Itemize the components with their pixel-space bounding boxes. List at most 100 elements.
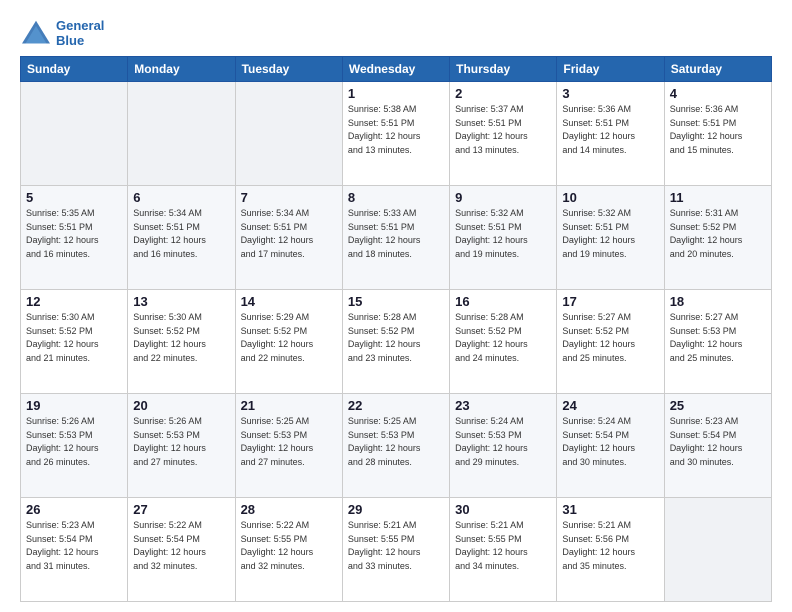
day-info: Sunrise: 5:21 AMSunset: 5:55 PMDaylight:… bbox=[455, 519, 551, 573]
day-info: Sunrise: 5:22 AMSunset: 5:55 PMDaylight:… bbox=[241, 519, 337, 573]
day-info-line: Daylight: 12 hours bbox=[670, 338, 766, 352]
day-number: 25 bbox=[670, 398, 766, 413]
day-number: 20 bbox=[133, 398, 229, 413]
day-info: Sunrise: 5:27 AMSunset: 5:53 PMDaylight:… bbox=[670, 311, 766, 365]
day-info-line: and 32 minutes. bbox=[133, 560, 229, 574]
day-info-line: and 21 minutes. bbox=[26, 352, 122, 366]
day-info-line: Sunrise: 5:29 AM bbox=[241, 311, 337, 325]
calendar-day-2: 2Sunrise: 5:37 AMSunset: 5:51 PMDaylight… bbox=[450, 82, 557, 186]
calendar-week-row: 26Sunrise: 5:23 AMSunset: 5:54 PMDayligh… bbox=[21, 498, 772, 602]
day-info: Sunrise: 5:29 AMSunset: 5:52 PMDaylight:… bbox=[241, 311, 337, 365]
day-info-line: Sunrise: 5:22 AM bbox=[241, 519, 337, 533]
calendar-day-7: 7Sunrise: 5:34 AMSunset: 5:51 PMDaylight… bbox=[235, 186, 342, 290]
day-info-line: Sunset: 5:52 PM bbox=[455, 325, 551, 339]
day-info-line: and 23 minutes. bbox=[348, 352, 444, 366]
day-info-line: Sunrise: 5:34 AM bbox=[133, 207, 229, 221]
day-info-line: and 35 minutes. bbox=[562, 560, 658, 574]
day-info-line: Sunset: 5:53 PM bbox=[26, 429, 122, 443]
day-info-line: Sunset: 5:53 PM bbox=[348, 429, 444, 443]
calendar-day-30: 30Sunrise: 5:21 AMSunset: 5:55 PMDayligh… bbox=[450, 498, 557, 602]
logo-blue: Blue bbox=[56, 33, 104, 48]
day-info-line: Sunrise: 5:31 AM bbox=[670, 207, 766, 221]
weekday-header-saturday: Saturday bbox=[664, 57, 771, 82]
logo-icon bbox=[20, 19, 52, 47]
calendar-day-29: 29Sunrise: 5:21 AMSunset: 5:55 PMDayligh… bbox=[342, 498, 449, 602]
day-info-line: Sunset: 5:51 PM bbox=[348, 221, 444, 235]
day-number: 12 bbox=[26, 294, 122, 309]
weekday-header-monday: Monday bbox=[128, 57, 235, 82]
day-number: 15 bbox=[348, 294, 444, 309]
day-info-line: Sunrise: 5:33 AM bbox=[348, 207, 444, 221]
day-info-line: and 22 minutes. bbox=[133, 352, 229, 366]
day-info: Sunrise: 5:26 AMSunset: 5:53 PMDaylight:… bbox=[26, 415, 122, 469]
day-info-line: Daylight: 12 hours bbox=[241, 546, 337, 560]
day-info-line: Daylight: 12 hours bbox=[455, 546, 551, 560]
day-number: 7 bbox=[241, 190, 337, 205]
calendar-day-26: 26Sunrise: 5:23 AMSunset: 5:54 PMDayligh… bbox=[21, 498, 128, 602]
day-info: Sunrise: 5:30 AMSunset: 5:52 PMDaylight:… bbox=[133, 311, 229, 365]
day-info: Sunrise: 5:36 AMSunset: 5:51 PMDaylight:… bbox=[670, 103, 766, 157]
day-info-line: Sunrise: 5:32 AM bbox=[455, 207, 551, 221]
day-info-line: Sunset: 5:53 PM bbox=[241, 429, 337, 443]
calendar-day-empty bbox=[664, 498, 771, 602]
day-info-line: Sunrise: 5:32 AM bbox=[562, 207, 658, 221]
day-info-line: Daylight: 12 hours bbox=[348, 338, 444, 352]
day-info-line: and 18 minutes. bbox=[348, 248, 444, 262]
day-info-line: Daylight: 12 hours bbox=[562, 546, 658, 560]
calendar-day-15: 15 Sunrise: 5:28 AMSunset: 5:52 PMDayligh… bbox=[342, 290, 449, 394]
day-info-line: and 20 minutes. bbox=[670, 248, 766, 262]
day-info: Sunrise: 5:38 AMSunset: 5:51 PMDaylight:… bbox=[348, 103, 444, 157]
day-info-line: Sunrise: 5:21 AM bbox=[562, 519, 658, 533]
calendar-day-9: 9Sunrise: 5:32 AMSunset: 5:51 PMDaylight… bbox=[450, 186, 557, 290]
day-info: Sunrise: 5:27 AMSunset: 5:52 PMDaylight:… bbox=[562, 311, 658, 365]
day-info-line: Sunset: 5:53 PM bbox=[455, 429, 551, 443]
day-info-line: and 27 minutes. bbox=[133, 456, 229, 470]
day-info-line: Sunset: 5:54 PM bbox=[562, 429, 658, 443]
day-info-line: Daylight: 12 hours bbox=[241, 338, 337, 352]
day-info-line: Sunset: 5:52 PM bbox=[670, 221, 766, 235]
day-info-line: Sunset: 5:51 PM bbox=[455, 117, 551, 131]
calendar-day-25: 25Sunrise: 5:23 AMSunset: 5:54 PMDayligh… bbox=[664, 394, 771, 498]
calendar-day-1: 1Sunrise: 5:38 AMSunset: 5:51 PMDaylight… bbox=[342, 82, 449, 186]
day-number: 3 bbox=[562, 86, 658, 101]
day-info: Sunrise: 5:28 AMSunset: 5:52 PMDaylight:… bbox=[348, 311, 444, 365]
calendar-week-row: 5Sunrise: 5:35 AMSunset: 5:51 PMDaylight… bbox=[21, 186, 772, 290]
day-info: Sunrise: 5:30 AMSunset: 5:52 PMDaylight:… bbox=[26, 311, 122, 365]
day-info-line: Sunrise: 5:36 AM bbox=[670, 103, 766, 117]
day-info-line: Sunrise: 5:27 AM bbox=[562, 311, 658, 325]
day-info-line: Sunrise: 5:23 AM bbox=[670, 415, 766, 429]
day-info-line: and 15 minutes. bbox=[670, 144, 766, 158]
day-info-line: Daylight: 12 hours bbox=[241, 442, 337, 456]
day-number: 17 bbox=[562, 294, 658, 309]
day-info-line: Daylight: 12 hours bbox=[670, 442, 766, 456]
day-info-line: Daylight: 12 hours bbox=[455, 130, 551, 144]
day-number: 29 bbox=[348, 502, 444, 517]
logo-general: General bbox=[56, 18, 104, 33]
calendar-day-28: 28Sunrise: 5:22 AMSunset: 5:55 PMDayligh… bbox=[235, 498, 342, 602]
logo: General Blue bbox=[20, 18, 104, 48]
day-info: Sunrise: 5:32 AMSunset: 5:51 PMDaylight:… bbox=[562, 207, 658, 261]
day-info-line: Sunset: 5:52 PM bbox=[241, 325, 337, 339]
day-info-line: and 33 minutes. bbox=[348, 560, 444, 574]
day-info-line: and 16 minutes. bbox=[26, 248, 122, 262]
day-info-line: and 17 minutes. bbox=[241, 248, 337, 262]
day-info-line: Daylight: 12 hours bbox=[133, 234, 229, 248]
day-info-line: Sunset: 5:55 PM bbox=[455, 533, 551, 547]
day-info-line: Sunset: 5:53 PM bbox=[670, 325, 766, 339]
day-number: 9 bbox=[455, 190, 551, 205]
day-info-line: Daylight: 12 hours bbox=[455, 338, 551, 352]
day-info-line: Sunrise: 5:22 AM bbox=[133, 519, 229, 533]
logo-text: General Blue bbox=[56, 18, 104, 48]
day-info-line: Daylight: 12 hours bbox=[562, 130, 658, 144]
day-info-line: and 19 minutes. bbox=[455, 248, 551, 262]
day-info: Sunrise: 5:31 AMSunset: 5:52 PMDaylight:… bbox=[670, 207, 766, 261]
day-info-line: Sunset: 5:51 PM bbox=[562, 117, 658, 131]
day-info-line: Sunset: 5:52 PM bbox=[348, 325, 444, 339]
calendar-day-empty bbox=[235, 82, 342, 186]
day-info: Sunrise: 5:25 AMSunset: 5:53 PMDaylight:… bbox=[348, 415, 444, 469]
day-info-line: Daylight: 12 hours bbox=[562, 234, 658, 248]
calendar-day-3: 3Sunrise: 5:36 AMSunset: 5:51 PMDaylight… bbox=[557, 82, 664, 186]
calendar-day-17: 17 Sunrise: 5:27 AMSunset: 5:52 PMDayligh… bbox=[557, 290, 664, 394]
day-info-line: Sunset: 5:51 PM bbox=[133, 221, 229, 235]
day-number: 13 bbox=[133, 294, 229, 309]
